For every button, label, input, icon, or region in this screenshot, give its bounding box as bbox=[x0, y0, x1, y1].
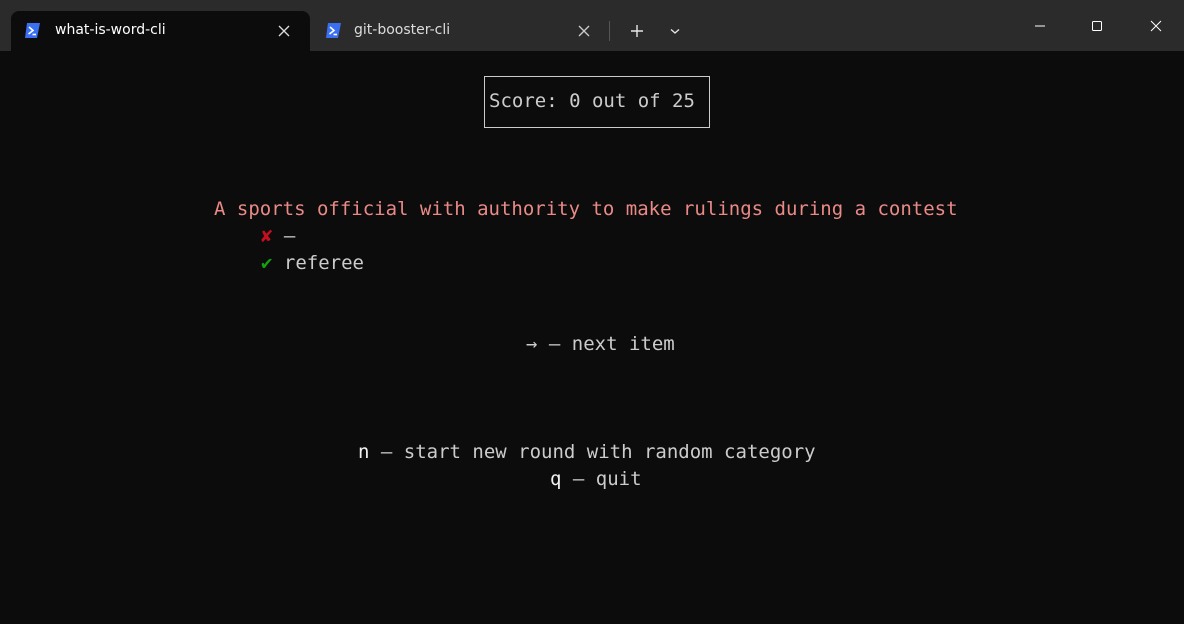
wrong-answer-row: ✘ – bbox=[261, 225, 295, 247]
next-item-hint: → – next item bbox=[526, 333, 675, 355]
tab-separator bbox=[609, 21, 610, 41]
title-bar: what-is-word-cli git-booster-cli bbox=[0, 0, 1184, 51]
quit-text: – quit bbox=[561, 468, 642, 490]
check-mark-icon: ✔ bbox=[261, 252, 273, 274]
maximize-button[interactable] bbox=[1074, 10, 1120, 42]
tab-title: what-is-word-cli bbox=[55, 22, 166, 38]
definition-prompt: A sports official with authority to make… bbox=[214, 198, 958, 220]
close-tab-icon[interactable] bbox=[275, 22, 293, 40]
tab-what-is-word-cli[interactable]: what-is-word-cli bbox=[11, 11, 310, 51]
minimize-button[interactable] bbox=[1017, 10, 1063, 42]
cross-mark-icon: ✘ bbox=[261, 225, 273, 247]
chevron-down-icon[interactable] bbox=[666, 22, 684, 40]
new-round-key: n bbox=[358, 441, 370, 463]
tab-git-booster-cli[interactable]: git-booster-cli bbox=[312, 11, 609, 51]
quit-key: q bbox=[550, 468, 562, 490]
powershell-icon bbox=[326, 23, 341, 38]
close-icon bbox=[1150, 20, 1162, 32]
terminal-area[interactable]: Score: 0 out of 25 A sports official wit… bbox=[0, 51, 1184, 624]
close-tab-icon[interactable] bbox=[575, 22, 593, 40]
correct-answer-text: referee bbox=[272, 252, 364, 274]
plus-icon[interactable] bbox=[628, 22, 646, 40]
score-text: Score: 0 out of 25 bbox=[489, 90, 695, 112]
quit-hint: q – quit bbox=[550, 468, 642, 490]
powershell-icon bbox=[25, 23, 40, 38]
correct-answer-row: ✔ referee bbox=[261, 252, 364, 274]
new-round-text: – start new round with random category bbox=[369, 441, 816, 463]
tab-title: git-booster-cli bbox=[354, 22, 451, 38]
new-round-hint: n – start new round with random category bbox=[358, 441, 816, 463]
wrong-answer-text: – bbox=[272, 225, 296, 247]
close-window-button[interactable] bbox=[1133, 10, 1179, 42]
minimize-icon bbox=[1035, 25, 1045, 27]
maximize-icon bbox=[1092, 21, 1102, 31]
score-box: Score: 0 out of 25 bbox=[483, 75, 711, 129]
